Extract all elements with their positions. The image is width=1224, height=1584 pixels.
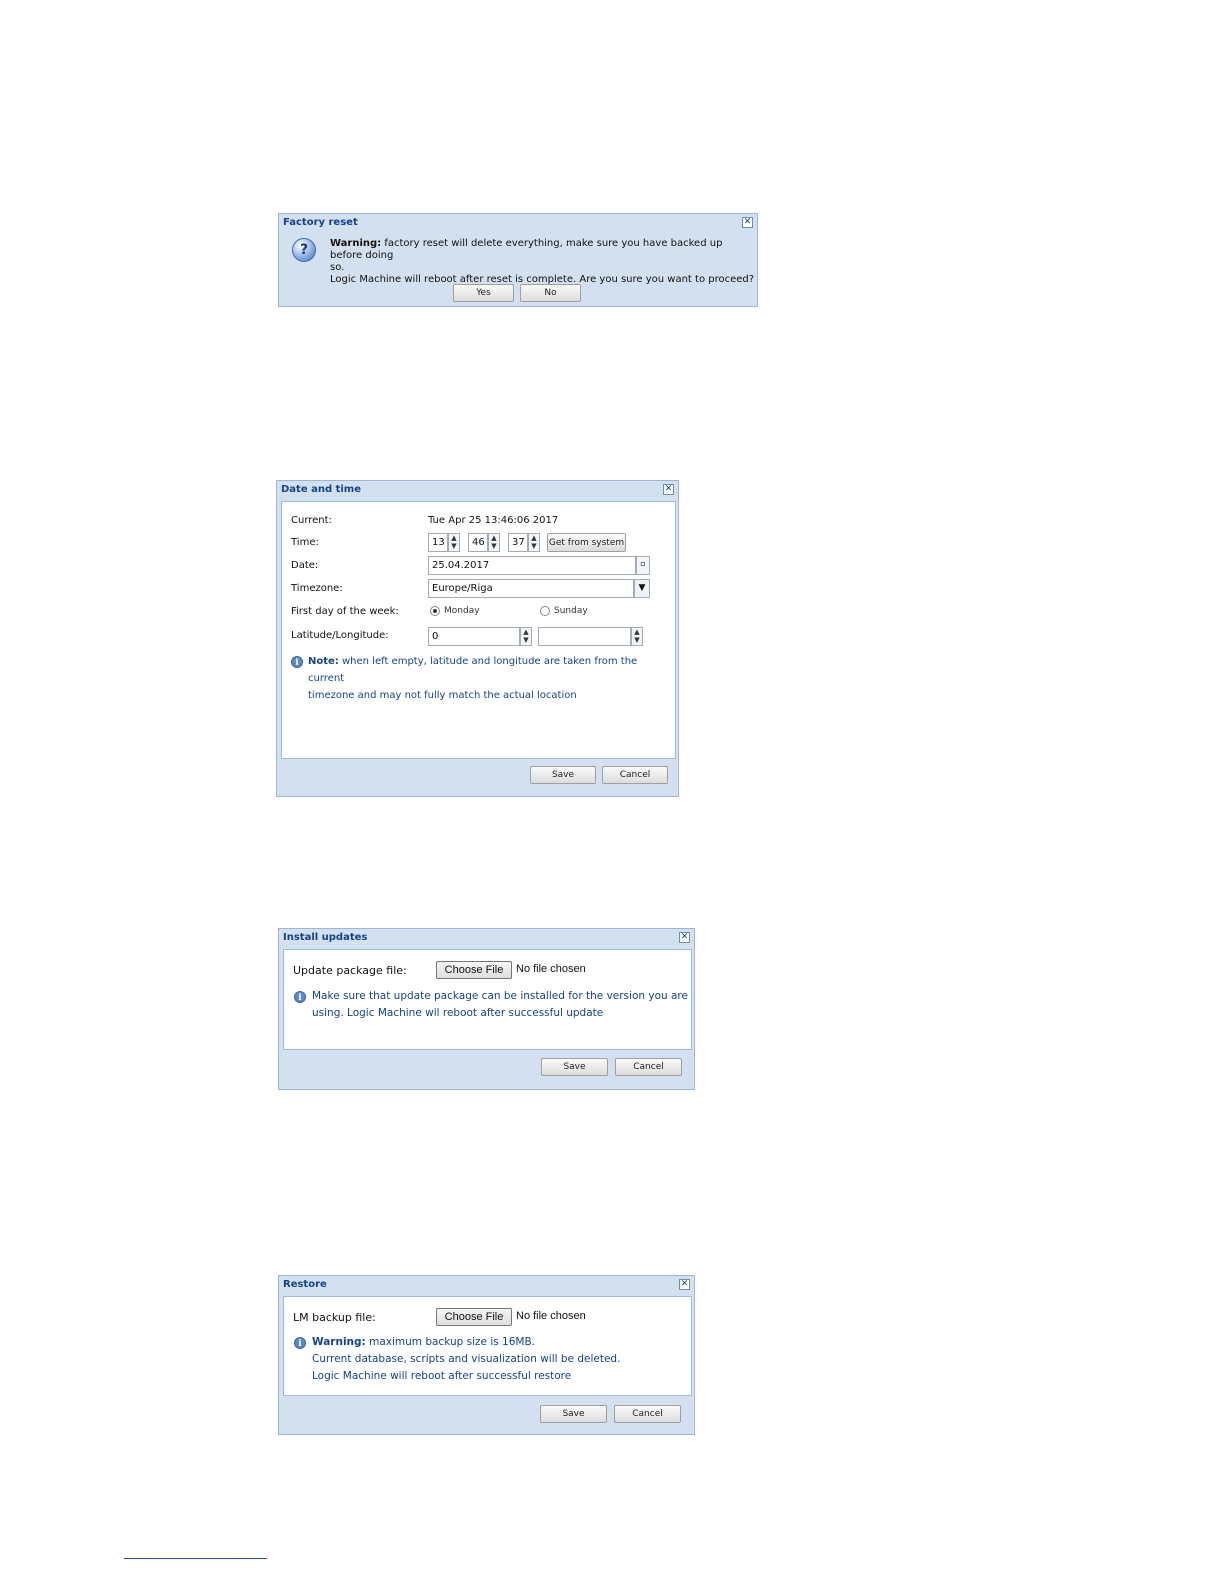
restore-dialog: Restore ✕ LM backup file: Choose File No…: [278, 1275, 695, 1435]
install-updates-dialog: Install updates ✕ Update package file: C…: [278, 928, 695, 1090]
update-note-line1: Make sure that update package can be ins…: [312, 990, 688, 1002]
cancel-button[interactable]: Cancel: [615, 1058, 682, 1076]
update-note-line2: using. Logic Machine wil reboot after su…: [312, 1007, 604, 1019]
timezone-label: Timezone:: [291, 583, 343, 594]
minute-input[interactable]: 46: [468, 533, 488, 552]
restore-line1: maximum backup size is 16MB.: [365, 1336, 536, 1348]
no-button[interactable]: No: [520, 284, 581, 302]
time-label: Time:: [291, 537, 319, 548]
current-value: Tue Apr 25 13:46:06 2017: [428, 515, 559, 526]
second-input[interactable]: 37: [508, 533, 528, 552]
date-time-dialog: Date and time ✕ Current: Tue Apr 25 13:4…: [276, 480, 679, 797]
restore-warning-label: Warning:: [312, 1336, 366, 1348]
save-button[interactable]: Save: [530, 766, 596, 784]
factory-reset-titlebar[interactable]: Factory reset ✕: [279, 214, 757, 233]
factory-reset-warning-label: Warning:: [330, 238, 382, 249]
info-icon: i: [294, 991, 306, 1003]
restore-title: Restore: [283, 1279, 327, 1290]
restore-body: LM backup file: Choose File No file chos…: [283, 1296, 692, 1396]
note-line2: timezone and may not fully match the act…: [308, 690, 577, 701]
minute-spinner[interactable]: ▲ ▼: [488, 533, 500, 552]
date-input[interactable]: 25.04.2017: [428, 556, 636, 575]
first-day-label: First day of the week:: [291, 606, 399, 617]
update-choose-file-button[interactable]: Choose File: [436, 961, 512, 979]
second-spinner[interactable]: ▲ ▼: [528, 533, 540, 552]
update-no-file-text: No file chosen: [516, 963, 586, 975]
restore-choose-file-button[interactable]: Choose File: [436, 1308, 512, 1326]
install-updates-close-icon[interactable]: ✕: [679, 932, 690, 943]
save-button[interactable]: Save: [540, 1405, 607, 1423]
timezone-select[interactable]: Europe/Riga: [428, 579, 634, 598]
factory-reset-line1: factory reset will delete everything, ma…: [330, 238, 723, 261]
date-time-title: Date and time: [281, 484, 362, 495]
note-label: Note:: [308, 656, 339, 667]
current-label: Current:: [291, 515, 332, 526]
monday-label[interactable]: Monday: [444, 606, 480, 616]
factory-reset-dialog: Factory reset ✕ ? Warning: factory reset…: [278, 213, 758, 307]
hour-spinner[interactable]: ▲ ▼: [448, 533, 460, 552]
update-file-label: Update package file:: [293, 964, 407, 977]
install-updates-titlebar[interactable]: Install updates ✕: [279, 929, 694, 948]
hour-input[interactable]: 13: [428, 533, 448, 552]
question-icon: ?: [292, 238, 316, 262]
restore-note: Warning: maximum backup size is 16MB. Cu…: [312, 1334, 688, 1385]
yes-button[interactable]: Yes: [453, 284, 514, 302]
longitude-input[interactable]: [538, 627, 631, 646]
date-time-note: Note: when left empty, latitude and long…: [308, 653, 673, 704]
longitude-spinner[interactable]: ▲ ▼: [631, 627, 643, 646]
factory-reset-title: Factory reset: [283, 217, 358, 228]
cancel-button[interactable]: Cancel: [614, 1405, 681, 1423]
restore-line2: Current database, scripts and visualizat…: [312, 1353, 621, 1365]
chevron-down-icon[interactable]: ▼: [634, 579, 650, 598]
monday-radio[interactable]: [430, 606, 440, 616]
get-from-system-button[interactable]: Get from system: [547, 533, 626, 552]
backup-file-label: LM backup file:: [293, 1311, 376, 1324]
date-time-body: Current: Tue Apr 25 13:46:06 2017 Time: …: [281, 501, 676, 759]
restore-titlebar[interactable]: Restore ✕: [279, 1276, 694, 1295]
factory-reset-close-icon[interactable]: ✕: [742, 217, 753, 228]
info-icon: i: [291, 656, 303, 668]
info-icon: i: [294, 1337, 306, 1349]
restore-no-file-text: No file chosen: [516, 1310, 586, 1322]
sunday-radio[interactable]: [540, 606, 550, 616]
latitude-spinner[interactable]: ▲ ▼: [520, 627, 532, 646]
install-updates-note: Make sure that update package can be ins…: [312, 988, 688, 1022]
footnote-divider: [124, 1558, 267, 1559]
install-updates-title: Install updates: [283, 932, 368, 943]
restore-line3: Logic Machine will reboot after successf…: [312, 1370, 572, 1382]
factory-reset-line2: so.: [330, 262, 345, 273]
latitude-input[interactable]: 0: [428, 627, 520, 646]
restore-close-icon[interactable]: ✕: [679, 1279, 690, 1290]
date-time-close-icon[interactable]: ✕: [663, 484, 674, 495]
note-line1: when left empty, latitude and longitude …: [308, 656, 638, 684]
latlon-label: Latitude/Longitude:: [291, 630, 389, 641]
calendar-icon[interactable]: ▫: [636, 556, 650, 575]
cancel-button[interactable]: Cancel: [602, 766, 668, 784]
sunday-label[interactable]: Sunday: [554, 606, 588, 616]
date-label: Date:: [291, 560, 319, 571]
save-button[interactable]: Save: [541, 1058, 608, 1076]
date-time-titlebar[interactable]: Date and time ✕: [277, 481, 678, 500]
install-updates-body: Update package file: Choose File No file…: [283, 949, 692, 1050]
factory-reset-message: Warning: factory reset will delete every…: [330, 238, 755, 286]
